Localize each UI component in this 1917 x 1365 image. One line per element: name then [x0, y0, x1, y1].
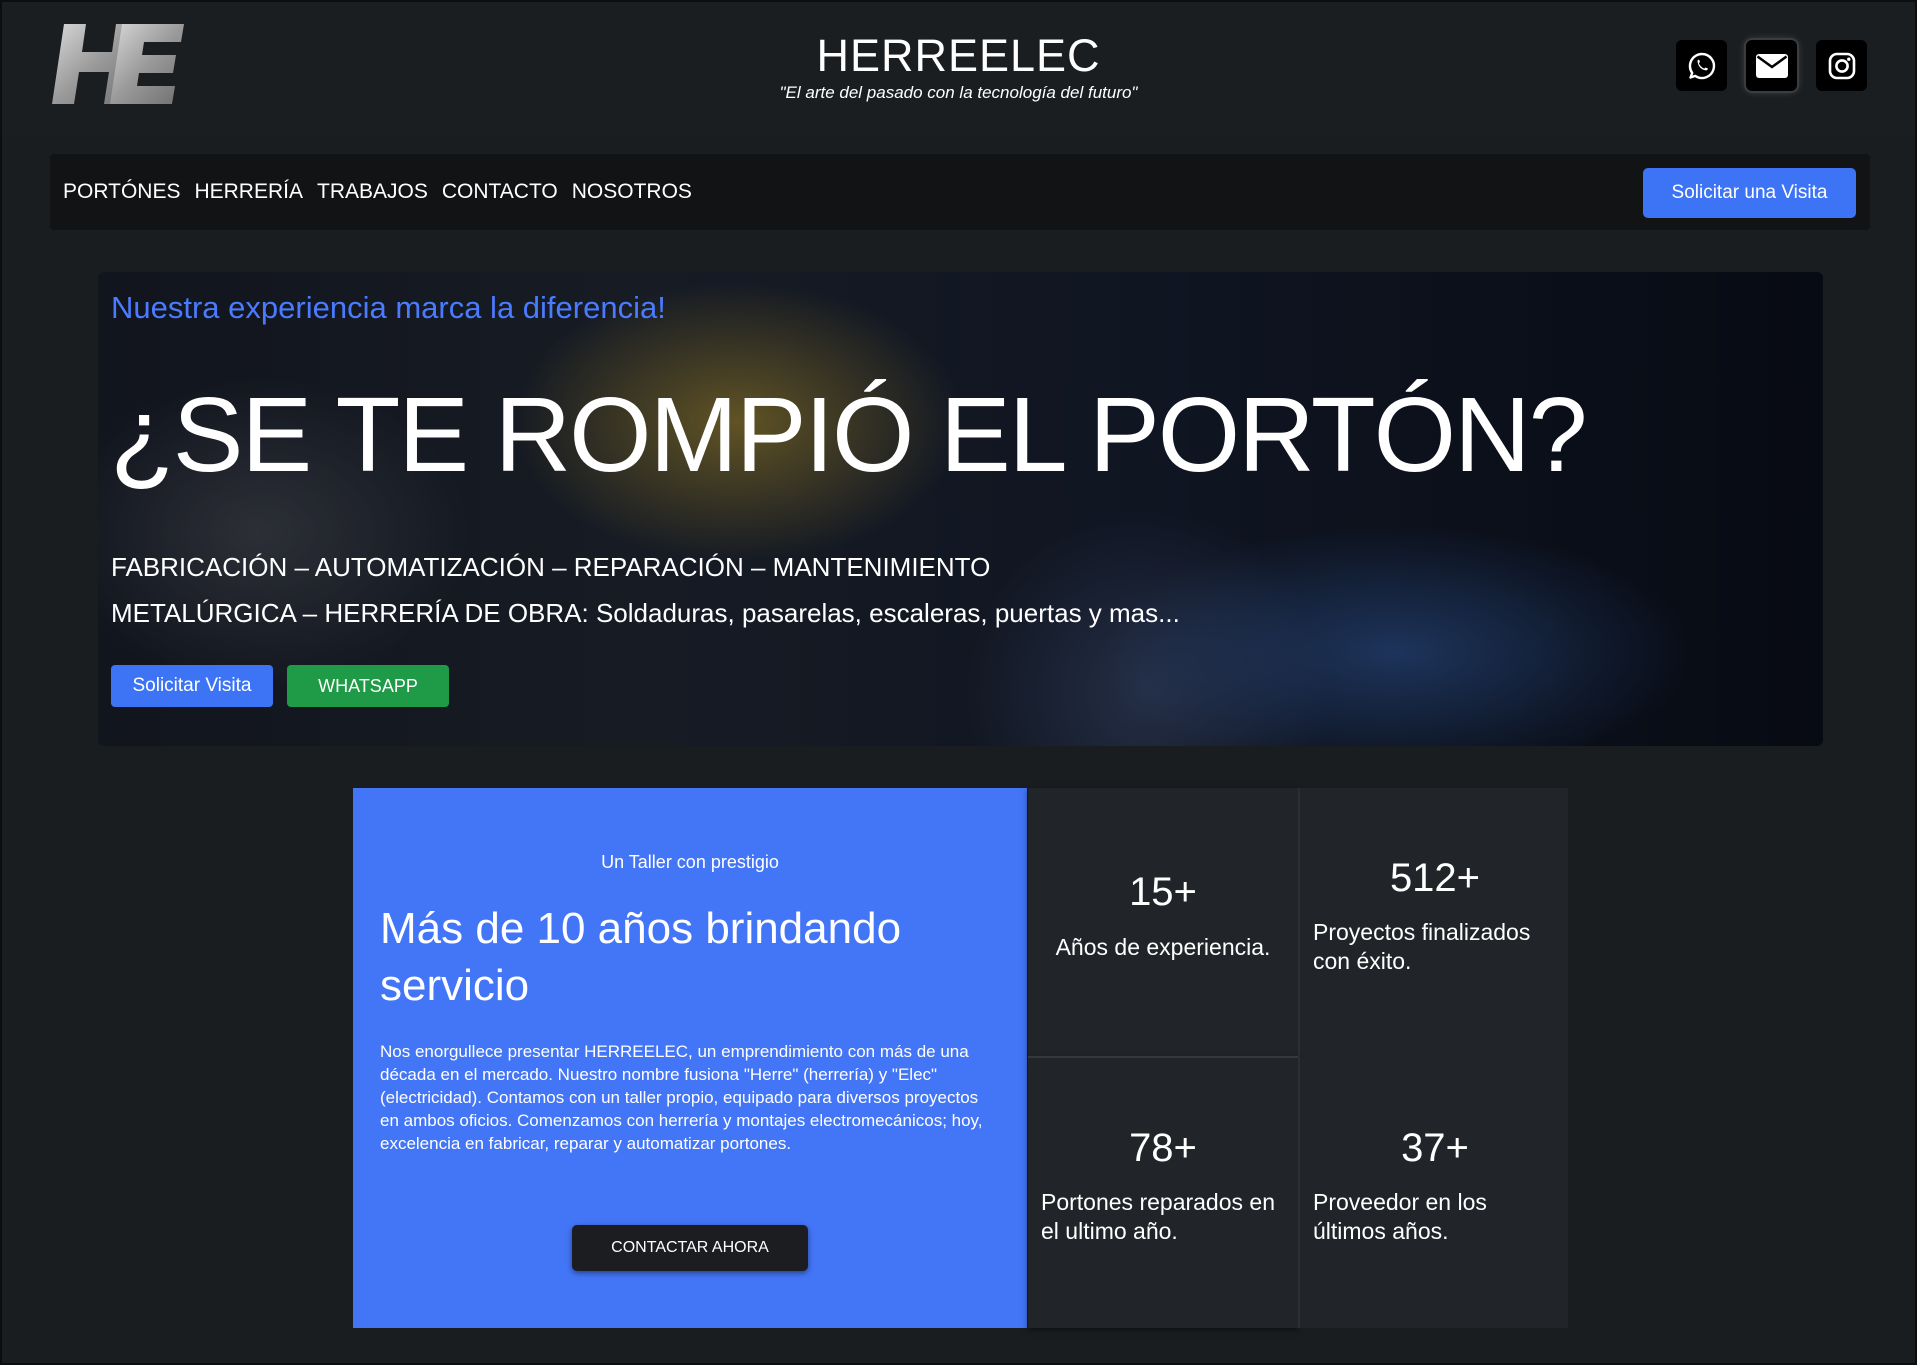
hero-title: ¿SE TE ROMPIÓ EL PORTÓN?	[110, 376, 1588, 494]
stat-value: 78+	[1129, 1126, 1197, 1170]
hero-kicker: Nuestra experiencia marca la diferencia!	[111, 290, 666, 325]
instagram-icon	[1828, 52, 1855, 79]
nav-item-nosotros[interactable]: NOSOTROS	[572, 180, 692, 204]
whatsapp-button[interactable]	[1676, 40, 1727, 91]
social-links	[1676, 40, 1867, 91]
site-tagline: "El arte del pasado con la tecnología de…	[779, 83, 1138, 102]
hero-metalwork-line: METALÚRGICA – HERRERÍA DE OBRA: Soldadur…	[111, 598, 1180, 628]
stat-card-suppliers: 37+ Proveedor en los últimos años.	[1298, 1058, 1568, 1328]
main-navbar: PORTÓNES HERRERÍA TRABAJOS CONTACTO NOSO…	[50, 154, 1870, 230]
hero-whatsapp-button[interactable]: WHATSAPP	[287, 665, 449, 707]
hero-request-visit-button[interactable]: Solicitar Visita	[111, 665, 273, 707]
stat-card-experience: 15+ Años de experiencia.	[1028, 788, 1298, 1058]
stat-value: 512+	[1389, 856, 1481, 900]
whatsapp-icon	[1688, 52, 1715, 79]
site-title: HERREELEC	[816, 30, 1101, 81]
site-header: HERREELEC "El arte del pasado con la tec…	[0, 0, 1917, 136]
nav-item-portones[interactable]: PORTÓNES	[63, 180, 180, 204]
stat-label: Años de experiencia.	[1055, 934, 1271, 960]
stat-card-gates-repaired: 78+ Portones reparados en el ultimo año.	[1028, 1058, 1298, 1328]
about-description: Nos enorgullece presentar HERREELEC, un …	[380, 1042, 983, 1153]
stat-label: Proyectos finalizados con éxito.	[1313, 919, 1531, 974]
hero-banner: Nuestra experiencia marca la diferencia!…	[98, 272, 1823, 746]
stat-value: 15+	[1129, 870, 1197, 914]
stat-value: 37+	[1401, 1126, 1469, 1170]
request-visit-button[interactable]: Solicitar una Visita	[1643, 168, 1856, 218]
nav-item-trabajos[interactable]: TRABAJOS	[317, 180, 428, 204]
about-section: Un Taller con prestigio Más de 10 años b…	[353, 788, 1027, 1328]
nav-item-contacto[interactable]: CONTACTO	[442, 180, 558, 204]
stat-label: Portones reparados en el ultimo año.	[1041, 1189, 1275, 1244]
stat-label: Proveedor en los últimos años.	[1313, 1189, 1487, 1244]
instagram-button[interactable]	[1816, 40, 1867, 91]
mail-button[interactable]	[1746, 40, 1797, 91]
nav-item-herreria[interactable]: HERRERÍA	[194, 180, 303, 204]
stat-card-projects: 512+ Proyectos finalizados con éxito.	[1298, 788, 1568, 1058]
about-kicker: Un Taller con prestigio	[601, 852, 779, 872]
contact-now-button[interactable]: CONTACTAR AHORA	[572, 1225, 808, 1271]
nav-menu: PORTÓNES HERRERÍA TRABAJOS CONTACTO NOSO…	[63, 154, 692, 230]
mail-icon	[1755, 53, 1788, 78]
about-title: Más de 10 años brindando servicio	[380, 904, 902, 1010]
hero-services-line: FABRICACIÓN – AUTOMATIZACIÓN – REPARACIÓ…	[111, 552, 991, 582]
brand: HERREELEC "El arte del pasado con la tec…	[0, 30, 1917, 104]
